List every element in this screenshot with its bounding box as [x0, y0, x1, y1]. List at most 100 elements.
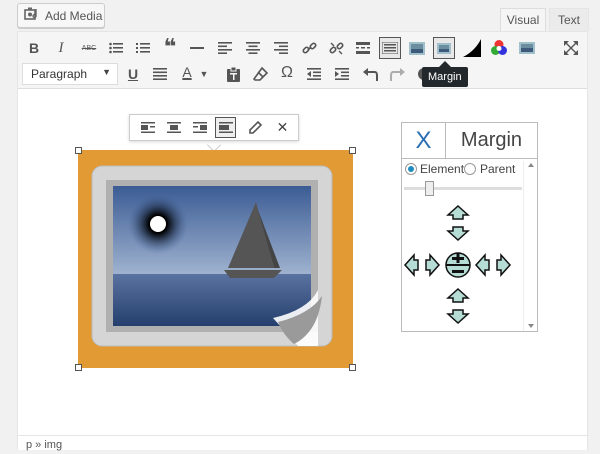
- margin-slider-handle[interactable]: [425, 181, 434, 196]
- numbered-list-button[interactable]: [132, 37, 154, 59]
- element-path-statusbar: p » img: [18, 435, 587, 451]
- special-character-button[interactable]: Ω: [276, 62, 298, 84]
- margin-right-left-arrow-icon: [474, 253, 490, 277]
- bulleted-list-icon: [109, 42, 123, 54]
- picture-icon: [437, 42, 451, 54]
- italic-button[interactable]: I: [50, 37, 72, 59]
- resize-handle-top-right[interactable]: [349, 147, 356, 154]
- resize-handle-bottom-left[interactable]: [75, 364, 82, 371]
- align-center-button[interactable]: [242, 37, 264, 59]
- tab-text[interactable]: Text: [549, 8, 589, 31]
- numbered-list-icon: [136, 43, 150, 53]
- margin-top-down-arrow-icon: [446, 226, 470, 242]
- margin-left-left-arrow-icon: [403, 253, 419, 277]
- image-align-left-button[interactable]: [137, 117, 158, 138]
- color-picker-button[interactable]: [488, 37, 510, 59]
- add-media-icon: [24, 7, 40, 24]
- clear-formatting-button[interactable]: [249, 63, 271, 85]
- insert-link-button[interactable]: [298, 37, 320, 59]
- blockquote-button[interactable]: ❝: [159, 36, 181, 58]
- pencil-icon: [249, 121, 262, 134]
- image-remove-button[interactable]: ✕: [272, 117, 293, 138]
- image-edit-button[interactable]: [245, 117, 266, 138]
- keyboard-icon: [382, 42, 398, 54]
- remove-link-button[interactable]: [325, 37, 347, 59]
- clipboard-icon: [226, 66, 240, 82]
- read-more-button[interactable]: [352, 37, 374, 59]
- fullscreen-icon: [564, 41, 578, 55]
- margin-button[interactable]: [433, 37, 455, 59]
- align-center-icon: [246, 42, 260, 54]
- image-no-align-button[interactable]: [215, 117, 236, 138]
- image-toolbar: ✕: [129, 114, 299, 141]
- scroll-arrows-icon: [528, 163, 534, 328]
- image-align-right-button[interactable]: [189, 117, 210, 138]
- underline-button[interactable]: U: [122, 63, 144, 85]
- tab-visual[interactable]: Visual: [500, 8, 546, 31]
- outdent-icon: [307, 68, 321, 80]
- align-left-icon: [140, 122, 155, 133]
- picture-icon: [519, 42, 535, 54]
- image-align-center-button[interactable]: [163, 117, 184, 138]
- indent-button[interactable]: [331, 63, 353, 85]
- align-left-button[interactable]: [214, 37, 236, 59]
- align-left-icon: [218, 42, 232, 54]
- margin-slider-track[interactable]: [404, 187, 522, 190]
- margin-bottom-up-arrow-icon: [446, 287, 470, 303]
- radio-parent[interactable]: [464, 163, 476, 175]
- triangle-shape-icon: [463, 39, 481, 57]
- horizontal-line-button[interactable]: [186, 37, 208, 59]
- align-right-button[interactable]: [270, 37, 292, 59]
- shape-button[interactable]: [461, 37, 483, 59]
- image-plugin-2-button[interactable]: [516, 37, 538, 59]
- radio-element[interactable]: [405, 163, 417, 175]
- margin-right-right-arrow-icon: [496, 253, 512, 277]
- undo-icon: [362, 67, 378, 81]
- format-select-value: Paragraph: [31, 67, 88, 81]
- add-media-label: Add Media: [45, 8, 103, 23]
- link-icon: [301, 41, 317, 54]
- justify-button[interactable]: [149, 63, 171, 85]
- picture-icon: [409, 41, 425, 55]
- eraser-icon: [252, 66, 268, 81]
- align-none-icon: [218, 122, 233, 133]
- color-wheel-icon: [491, 40, 507, 55]
- strikethrough-button[interactable]: ABC: [78, 37, 100, 59]
- add-media-button[interactable]: Add Media: [17, 3, 105, 28]
- bold-button[interactable]: B: [23, 37, 45, 59]
- outdent-button[interactable]: [303, 63, 325, 85]
- margin-panel: X Margin Element Parent: [401, 122, 538, 332]
- redo-button[interactable]: [386, 63, 408, 85]
- undo-button[interactable]: [359, 63, 381, 85]
- align-right-icon: [192, 122, 207, 133]
- resize-handle-bottom-right[interactable]: [349, 364, 356, 371]
- selected-image[interactable]: [78, 150, 353, 368]
- resize-handle-top-left[interactable]: [75, 147, 82, 154]
- panel-title: Margin: [446, 123, 537, 159]
- bulleted-list-button[interactable]: [105, 37, 127, 59]
- margin-arrows-control: [403, 204, 512, 325]
- panel-close-button[interactable]: X: [402, 123, 446, 159]
- indent-icon: [335, 68, 349, 80]
- text-color-dropdown-icon[interactable]: ▼: [198, 63, 210, 85]
- landscape-placeholder-icon: [91, 165, 333, 347]
- image-plugin-button[interactable]: [406, 37, 428, 59]
- chevron-down-icon: ▼: [102, 67, 111, 77]
- fullscreen-button[interactable]: [560, 37, 582, 59]
- margin-left-right-arrow-icon: [425, 253, 441, 277]
- align-center-icon: [166, 122, 181, 133]
- margin-bottom-down-arrow-icon: [446, 309, 470, 325]
- redo-icon: [389, 67, 405, 81]
- paste-as-text-button[interactable]: [222, 63, 244, 85]
- justify-icon: [153, 68, 167, 80]
- read-more-icon: [356, 42, 370, 54]
- toolbar-toggle-button[interactable]: [379, 37, 401, 59]
- margin-tooltip: Margin: [422, 67, 468, 87]
- panel-scrollbar[interactable]: [523, 161, 537, 331]
- text-color-button[interactable]: A: [176, 61, 198, 83]
- unlink-icon: [328, 41, 344, 54]
- radio-element-label: Element: [420, 162, 465, 176]
- format-select[interactable]: Paragraph ▼: [22, 63, 118, 85]
- radio-parent-label: Parent: [480, 162, 516, 176]
- align-right-icon: [274, 42, 288, 54]
